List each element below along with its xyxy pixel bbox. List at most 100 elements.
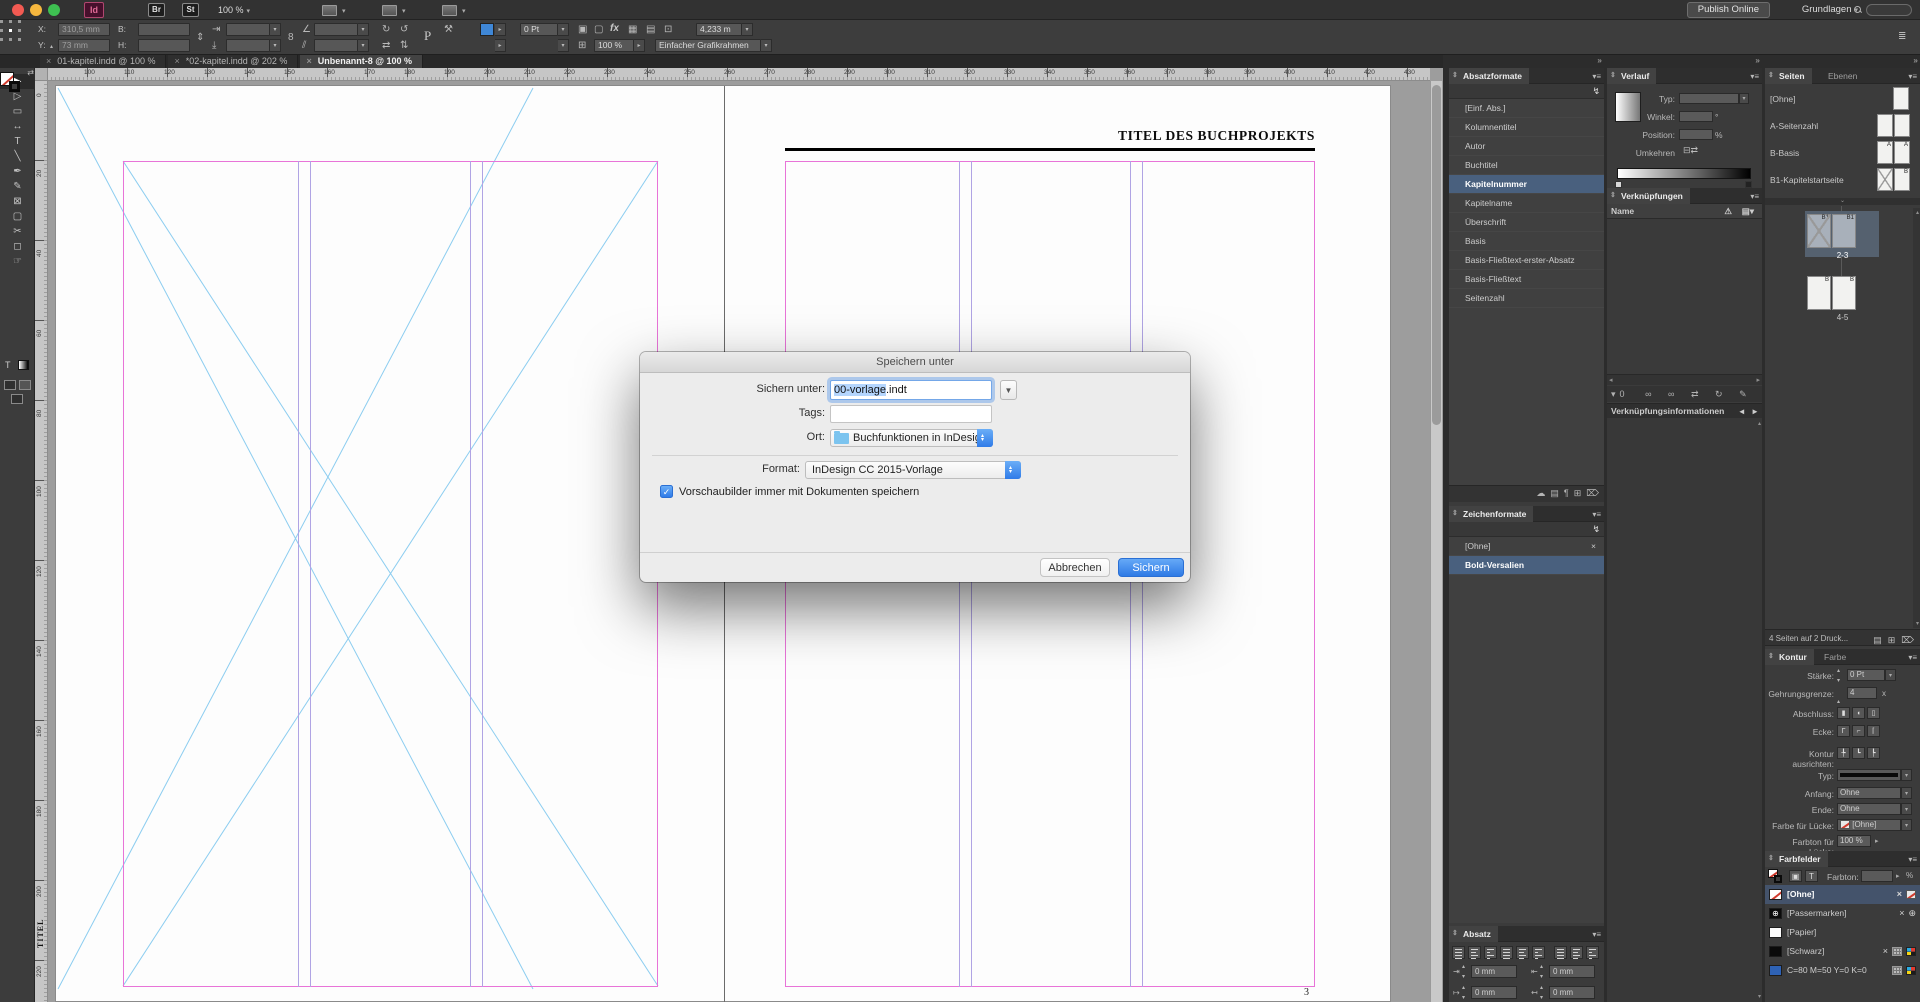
scroll-down-icon[interactable]: ▾ <box>1758 993 1761 1000</box>
indent-field[interactable]: 0 mm <box>1549 986 1595 999</box>
align-inside-button[interactable]: ┗ <box>1852 747 1865 759</box>
delete-style-icon[interactable]: ⌦ <box>1586 488 1599 499</box>
effects-icon[interactable]: fx <box>610 23 619 34</box>
fit-content-icon[interactable]: ⊞ <box>578 39 586 52</box>
relink-from-cc-icon[interactable]: ∞ <box>1645 389 1651 399</box>
fill-color-swatch[interactable] <box>480 23 494 36</box>
verknuepfungen-tab[interactable]: Verknüpfungen <box>1607 188 1690 204</box>
width-field[interactable] <box>138 23 190 36</box>
close-window-button[interactable] <box>12 4 24 16</box>
scale-y-field[interactable] <box>226 39 270 52</box>
preview-checkbox[interactable]: ✓ <box>660 485 673 498</box>
constrain-proportions-icon[interactable]: ⇕ <box>196 31 204 44</box>
spread-page-thumbnail[interactable]: B1 <box>1832 214 1856 248</box>
cancel-button[interactable]: Abbrechen <box>1040 558 1110 577</box>
link-info-header[interactable]: Verknüpfungsinformationen ◂ ▸ <box>1607 403 1762 418</box>
align-button[interactable] <box>1570 946 1583 959</box>
break-link-icon[interactable]: × <box>1591 537 1596 555</box>
gradient-stop-end[interactable] <box>1745 181 1752 188</box>
absatz-tab[interactable]: Absatz <box>1449 926 1498 942</box>
edit-page-size-icon[interactable]: ▤ <box>1873 632 1882 649</box>
indent-field[interactable]: 0 mm <box>1471 965 1517 978</box>
page-thumbnail[interactable]: A <box>1894 141 1910 164</box>
line-tool[interactable]: ╲ <box>0 149 35 164</box>
y-field[interactable]: 73 mm <box>58 39 110 52</box>
kontur-tab[interactable]: Kontur <box>1765 649 1814 665</box>
align-button[interactable] <box>1554 946 1567 959</box>
cc-libraries-icon[interactable]: ☁ <box>1536 488 1545 499</box>
close-tab-icon[interactable]: × <box>46 56 51 66</box>
location-popup[interactable]: Buchfunktionen in InDesign <box>830 428 993 448</box>
rotate-cw-icon[interactable]: ↻ <box>382 23 390 36</box>
gradient-angle-field[interactable] <box>1679 111 1713 122</box>
swap-fill-stroke-icon[interactable]: ⇄ <box>27 68 34 77</box>
seiten-tab[interactable]: Seiten <box>1765 68 1812 84</box>
height-field[interactable] <box>138 39 190 52</box>
indent-stepper[interactable] <box>1462 963 1469 980</box>
miter-value[interactable]: 4 <box>1847 687 1877 699</box>
page-thumbnail[interactable] <box>1877 114 1893 137</box>
delete-page-icon[interactable]: ⌦ <box>1901 632 1914 649</box>
page-thumbnail[interactable]: B <box>1894 168 1910 191</box>
filter-icon[interactable]: ▾ <box>1611 389 1616 399</box>
wrap-none-icon[interactable]: ▦ <box>628 23 637 36</box>
gap-tint-caret[interactable]: ▸ <box>1875 837 1879 845</box>
folder-icon[interactable]: ▤ <box>1550 488 1559 499</box>
scrollbar-thumb[interactable] <box>1432 85 1441 425</box>
collapse-panels-icon[interactable]: » <box>1449 55 1604 67</box>
apply-gradient-icon[interactable] <box>18 360 29 370</box>
hand-tool[interactable]: ☞ <box>0 254 35 269</box>
end-dropdown[interactable]: ▾ <box>1901 803 1912 815</box>
view-scale-dropdown[interactable]: ▸ <box>634 39 645 52</box>
free-transform-tool[interactable]: ◻ <box>0 239 35 254</box>
align-button[interactable] <box>1516 946 1529 959</box>
wrap-jump-icon[interactable]: ⊡ <box>664 23 672 36</box>
flip-vertical-icon[interactable]: ⇅ <box>400 39 408 52</box>
ruler-origin-corner[interactable] <box>35 68 48 81</box>
bridge-button[interactable]: Br <box>148 3 165 17</box>
expand-dialog-button[interactable]: ▼ <box>1000 380 1017 400</box>
pages-scrollbar[interactable]: ▴ ▾ <box>1913 208 1920 628</box>
rotation-angle-field[interactable] <box>314 23 358 36</box>
edit-original-icon[interactable]: ✎ <box>1739 389 1747 399</box>
align-button[interactable] <box>1586 946 1599 959</box>
links-horizontal-scrollbar[interactable]: ◂ ▸ <box>1607 374 1762 385</box>
spread-page-thumbnail[interactable]: B1 <box>1807 214 1831 248</box>
type-tool[interactable]: T <box>0 134 35 149</box>
verlauf-panel-header[interactable]: Verlauf ▾≡ <box>1607 68 1762 84</box>
links-list[interactable] <box>1607 219 1762 374</box>
end-value[interactable]: Ohne <box>1837 803 1901 815</box>
close-tab-icon[interactable]: × <box>174 56 179 66</box>
shear-angle-dropdown[interactable]: ▾ <box>358 39 369 52</box>
zeichenformate-tab[interactable]: Zeichenformate <box>1449 506 1534 522</box>
panel-menu-icon[interactable]: ▾≡ <box>1750 192 1759 201</box>
swatch-row[interactable]: [Schwarz] × <box>1765 942 1920 961</box>
paragraph-style-item[interactable]: Basis <box>1449 232 1604 251</box>
view-options-dropdown[interactable]: ▾ <box>322 3 346 17</box>
start-dropdown[interactable]: ▾ <box>1901 787 1912 799</box>
wrap-around-icon[interactable]: ▤ <box>646 23 655 36</box>
workspace-dropdown[interactable]: Grundlagen ▾ <box>1802 3 1858 18</box>
minimize-window-button[interactable] <box>30 4 42 16</box>
paragraph-style-item[interactable]: [Einf. Abs.] <box>1449 99 1604 118</box>
panel-menu-icon[interactable]: ▾≡ <box>1908 72 1917 81</box>
verlauf-tab[interactable]: Verlauf <box>1607 68 1657 84</box>
stroke-color-dropdown[interactable]: ▸ <box>495 39 506 52</box>
page-tool[interactable]: ▭ <box>0 104 35 119</box>
join-miter-button[interactable]: Г <box>1837 725 1850 737</box>
absatzformate-tab[interactable]: Absatzformate <box>1449 68 1530 84</box>
link-scale-icon[interactable]: 8 <box>288 31 294 44</box>
format-popup[interactable]: InDesign CC 2015-Vorlage <box>805 460 1021 480</box>
panel-menu-icon[interactable]: ▾≡ <box>1592 72 1601 81</box>
swatch-row[interactable]: C=80 M=50 Y=0 K=0 <box>1765 961 1920 980</box>
zeichenformate-panel-header[interactable]: Zeichenformate ▾≡ <box>1449 506 1604 522</box>
spread-label[interactable]: 2-3 <box>1765 251 1920 260</box>
new-page-icon[interactable]: ⊞ <box>1888 632 1896 649</box>
ebenen-tab[interactable]: Ebenen <box>1821 68 1864 84</box>
panel-menu-icon[interactable]: ▾≡ <box>1750 72 1759 81</box>
normal-view-button[interactable] <box>4 380 16 390</box>
gap-tool[interactable]: ↔ <box>0 119 35 134</box>
paragraph-style-item[interactable]: Basis-Fließtext-erster-Absatz <box>1449 251 1604 270</box>
search-input[interactable] <box>1866 4 1912 16</box>
spread-label[interactable]: 4-5 <box>1765 313 1920 322</box>
